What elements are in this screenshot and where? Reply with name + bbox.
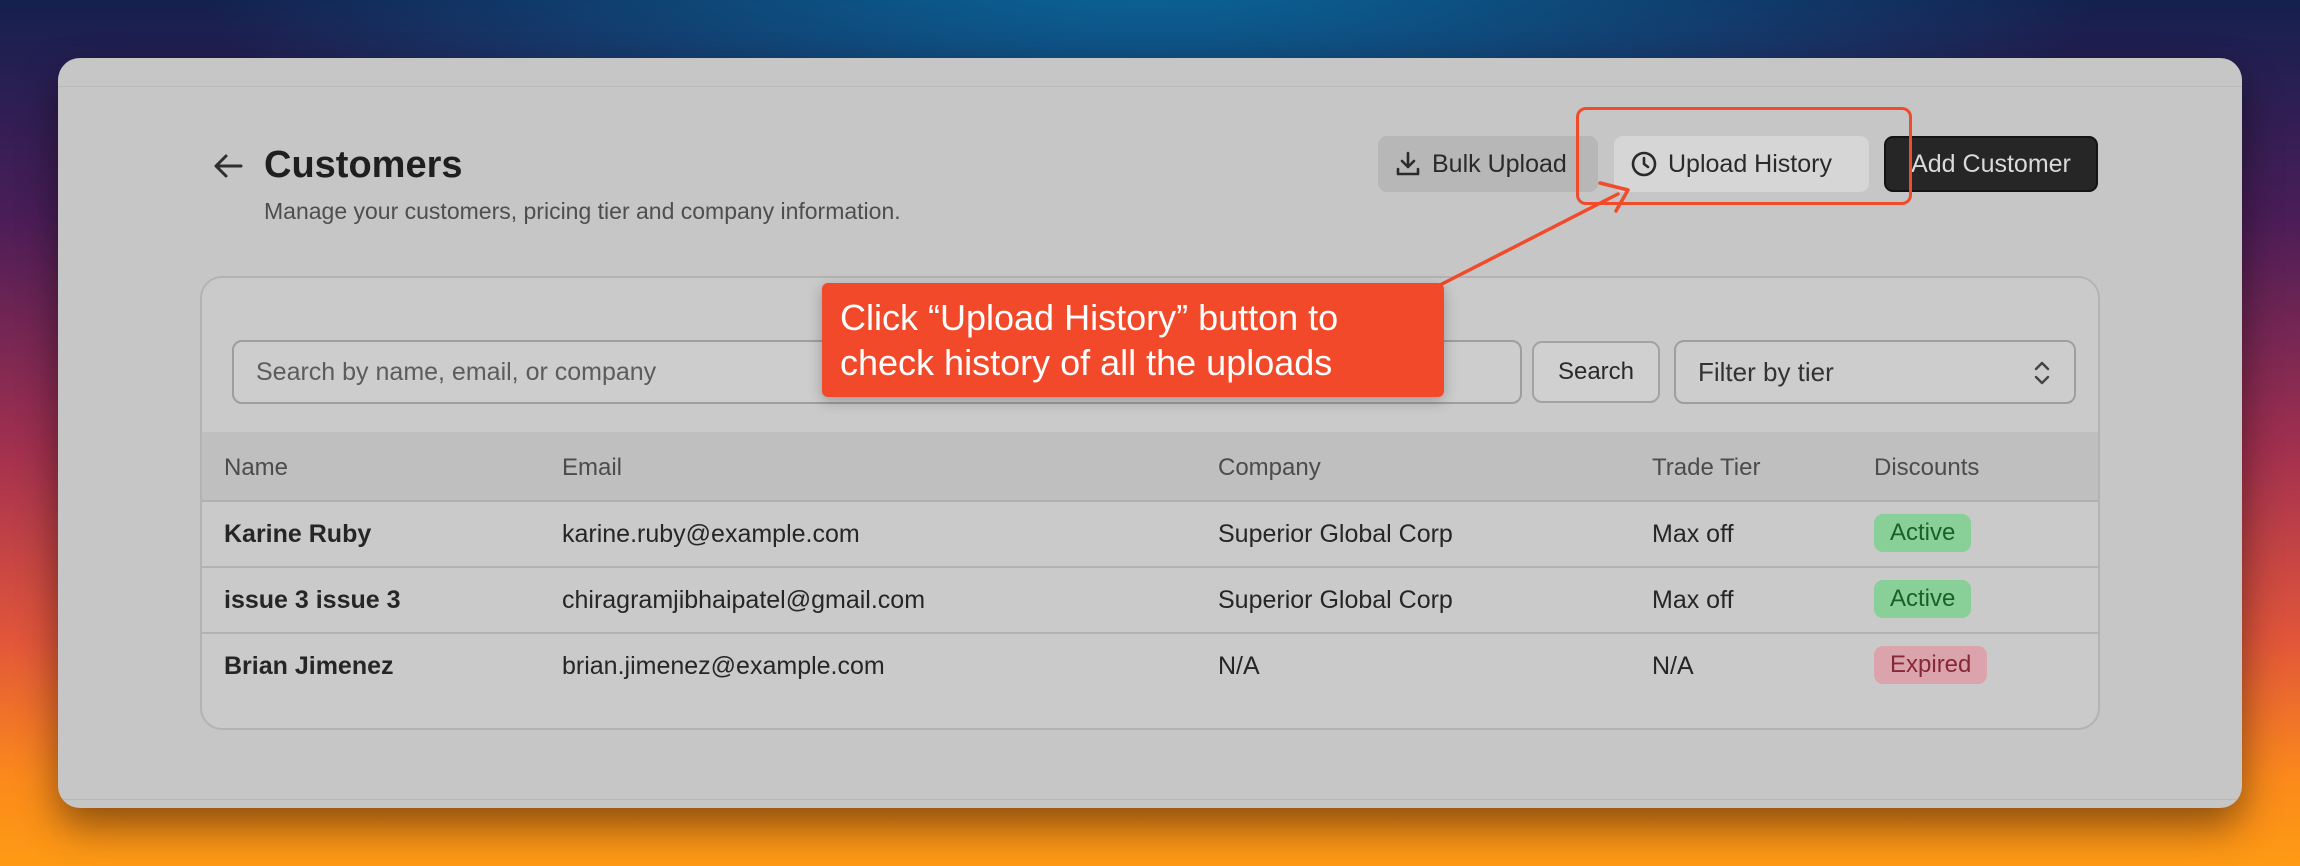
column-header-name: Name xyxy=(224,454,289,481)
customer-company: N/A xyxy=(1218,652,1260,680)
column-header-trade-tier: Trade Tier xyxy=(1652,454,1761,481)
table-row[interactable]: Karine Ruby karine.ruby@example.com Supe… xyxy=(202,502,2098,568)
column-header-email: Email xyxy=(562,454,623,481)
tier-filter-select[interactable]: Filter by tier xyxy=(1674,340,2076,404)
customer-email: karine.ruby@example.com xyxy=(562,520,860,548)
customer-company: Superior Global Corp xyxy=(1218,586,1453,614)
back-button[interactable] xyxy=(208,146,248,186)
search-button[interactable]: Search xyxy=(1532,341,1660,403)
page-title: Customers xyxy=(264,144,463,186)
column-header-discounts: Discounts xyxy=(1874,454,1980,481)
table-header: Name Email Company Trade Tier Discounts xyxy=(202,432,2098,502)
customer-name: issue 3 issue 3 xyxy=(224,586,401,614)
customer-tier: N/A xyxy=(1652,652,1694,680)
chevron-up-down-icon xyxy=(2034,361,2050,385)
callout-line-1: Click “Upload History” button to xyxy=(840,297,1339,338)
customer-email: chiragramjibhaipatel@gmail.com xyxy=(562,586,926,614)
customer-tier: Max off xyxy=(1652,586,1734,614)
status-badge: Active xyxy=(1874,580,1972,618)
upload-history-highlight xyxy=(1576,107,1912,205)
column-header-company: Company xyxy=(1218,454,1321,481)
table-row[interactable]: issue 3 issue 3 chiragramjibhaipatel@gma… xyxy=(202,568,2098,634)
customer-company: Superior Global Corp xyxy=(1218,520,1453,548)
customer-name: Karine Ruby xyxy=(224,520,372,548)
bulk-upload-button[interactable]: Bulk Upload xyxy=(1378,136,1598,192)
instruction-callout: Click “Upload History” button to check h… xyxy=(822,283,1444,397)
status-badge: Active xyxy=(1874,514,1972,552)
customer-tier: Max off xyxy=(1652,520,1734,548)
add-customer-button[interactable]: Add Customer xyxy=(1884,136,2098,192)
download-icon xyxy=(1396,151,1420,176)
tier-filter-value: Filter by tier xyxy=(1698,356,1834,387)
bulk-upload-label: Bulk Upload xyxy=(1432,149,1567,178)
table-row[interactable]: Brian Jimenez brian.jimenez@example.com … xyxy=(202,634,2098,700)
page-subtitle: Manage your customers, pricing tier and … xyxy=(264,198,901,224)
status-badge: Expired xyxy=(1874,646,1988,684)
app-window: Customers Manage your customers, pricing… xyxy=(58,58,2242,808)
customer-email: brian.jimenez@example.com xyxy=(562,652,885,680)
arrow-left-icon xyxy=(214,154,243,178)
customer-name: Brian Jimenez xyxy=(224,652,394,680)
callout-line-2: check history of all the uploads xyxy=(840,342,1333,383)
